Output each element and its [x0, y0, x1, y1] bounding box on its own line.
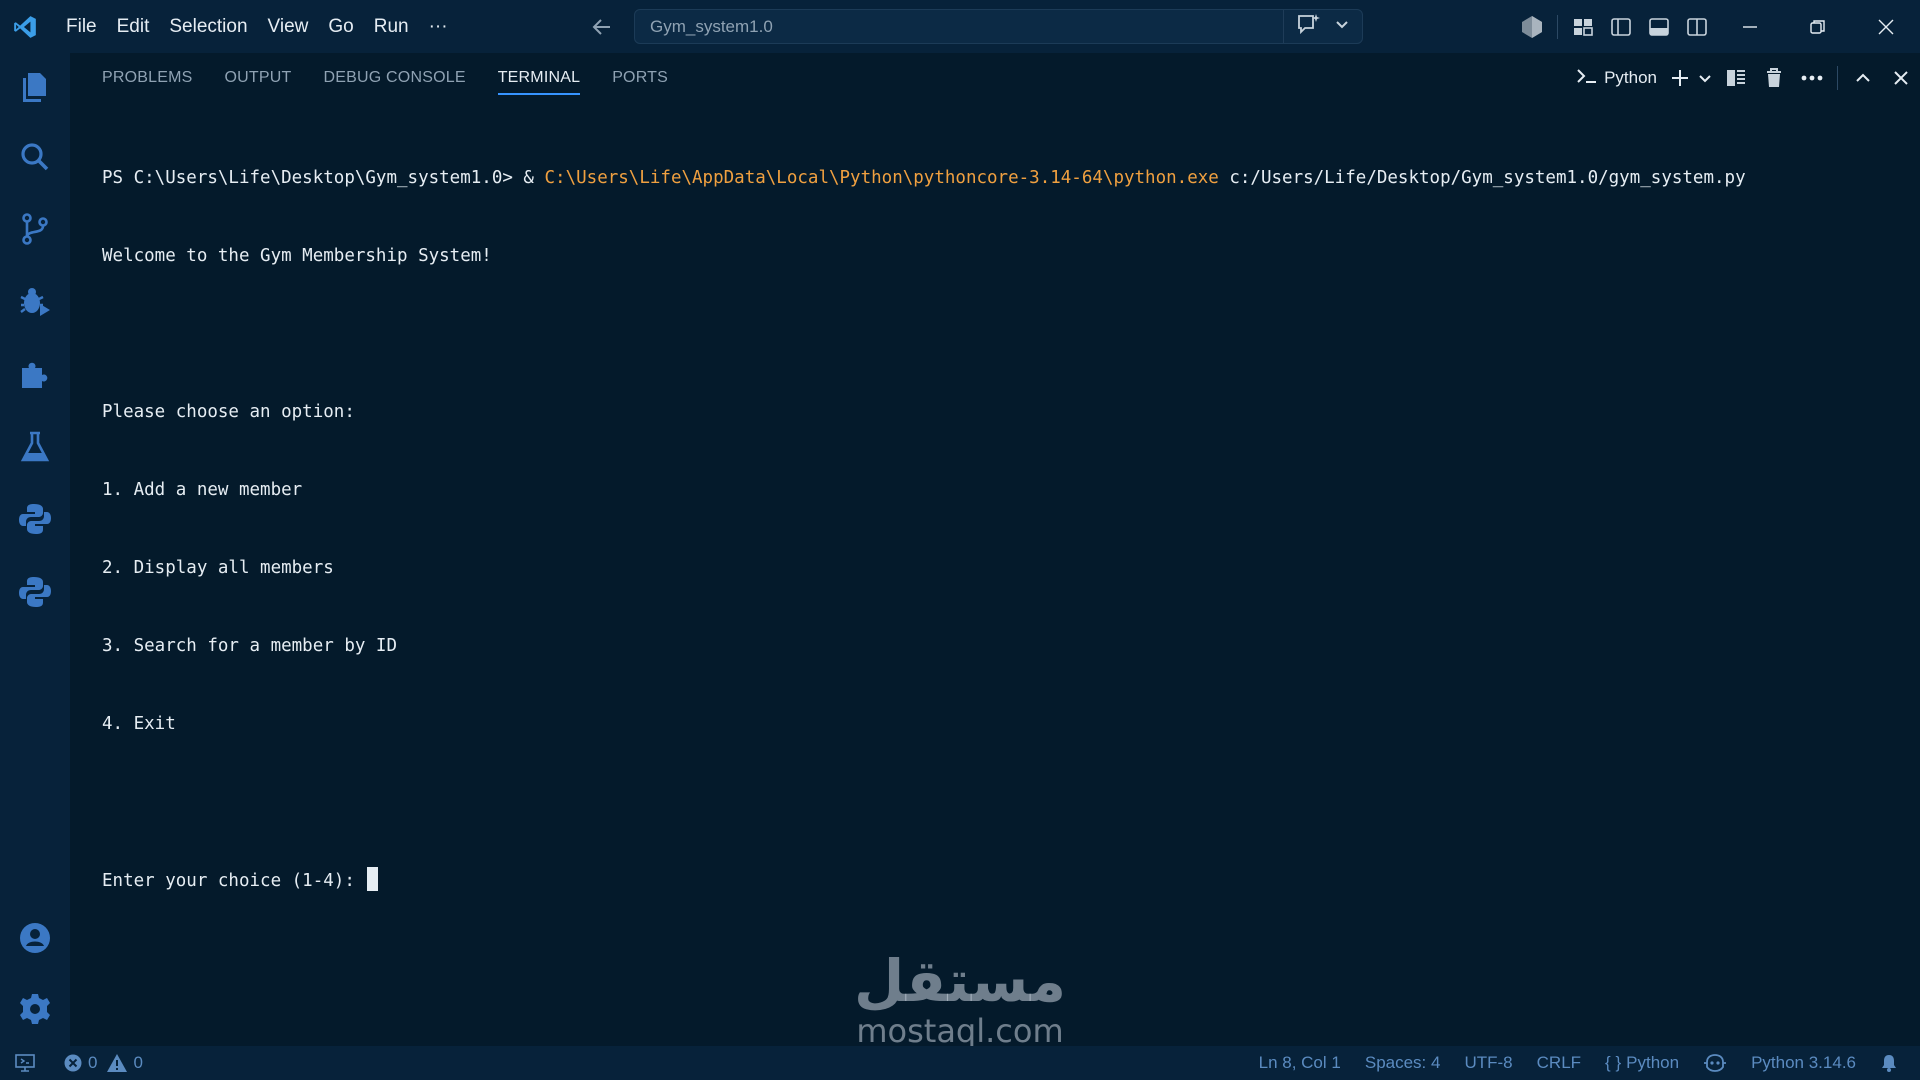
restore-icon[interactable] — [1784, 0, 1852, 53]
menu-view[interactable]: View — [258, 0, 319, 53]
terminal-line: 4. Exit — [102, 714, 176, 734]
toggle-primary-sidebar-icon[interactable] — [1602, 0, 1640, 53]
menu-go[interactable]: Go — [318, 0, 363, 53]
more-actions-ellipsis-icon[interactable] — [1793, 53, 1831, 103]
close-window-icon[interactable] — [1852, 0, 1920, 53]
settings-gear-icon[interactable] — [0, 979, 70, 1039]
search-right-controls — [1283, 10, 1362, 43]
terminal-input-line[interactable]: Enter your choice (1-4): — [102, 867, 1902, 893]
title-separator — [1557, 14, 1558, 39]
problems-indicator[interactable]: 0 0 — [45, 1046, 152, 1080]
search-text: Gym_system1.0 — [650, 16, 773, 36]
terminal-prompt: PS C:\Users\Life\Desktop\Gym_system1.0> … — [102, 168, 545, 188]
tab-terminal[interactable]: TERMINAL — [497, 53, 581, 103]
back-arrow-icon[interactable] — [588, 13, 616, 41]
maximize-panel-chevron-up-icon[interactable] — [1844, 53, 1882, 103]
watermark: مستقل mostaql.com — [840, 948, 1080, 1048]
menu-file[interactable]: File — [56, 0, 107, 53]
account-icon[interactable] — [0, 908, 70, 968]
warning-count: 0 — [133, 1053, 143, 1072]
split-terminal-icon[interactable] — [1717, 53, 1755, 103]
watermark-arabic: مستقل — [853, 947, 1067, 1015]
warning-icon — [107, 1054, 128, 1072]
chevron-down-icon[interactable] — [1334, 16, 1350, 37]
menu-run[interactable]: Run — [364, 0, 419, 53]
input-prompt: Enter your choice (1-4): — [102, 871, 366, 891]
notifications-bell-icon[interactable] — [1868, 1046, 1910, 1080]
encoding[interactable]: UTF-8 — [1452, 1046, 1524, 1080]
python-exe-path: C:\Users\Life\AppData\Local\Python\pytho… — [544, 168, 1219, 188]
error-count: 0 — [88, 1053, 98, 1072]
title-right-controls — [1513, 0, 1920, 53]
explorer-icon[interactable] — [0, 57, 70, 117]
title-bar: File Edit Selection View Go Run ··· Gym_… — [0, 0, 1920, 53]
language-mode[interactable]: { } Python — [1593, 1046, 1691, 1080]
terminal-name: Python — [1604, 68, 1657, 87]
terminal-line: 2. Display all members — [102, 558, 334, 578]
copilot-icon[interactable] — [1513, 0, 1551, 53]
indentation[interactable]: Spaces: 4 — [1353, 1046, 1453, 1080]
terminal-cursor — [367, 867, 379, 891]
menu-more[interactable]: ··· — [419, 0, 458, 53]
braces-icon: { } — [1605, 1053, 1622, 1072]
terminal-selector[interactable]: Python — [1576, 67, 1657, 90]
extensions-icon[interactable] — [0, 345, 70, 405]
language-name: Python — [1626, 1053, 1680, 1072]
terminal-line: 1. Add a new member — [102, 480, 303, 500]
tab-problems[interactable]: PROBLEMS — [102, 53, 193, 103]
menu-selection[interactable]: Selection — [159, 0, 257, 53]
script-path: c:/Users/Life/Desktop/Gym_system1.0/gym_… — [1218, 168, 1746, 188]
terminal-line: Welcome to the Gym Membership System! — [102, 246, 492, 266]
new-terminal-plus-icon[interactable] — [1667, 53, 1693, 103]
terminal-command-line: PS C:\Users\Life\Desktop\Gym_system1.0> … — [102, 165, 1902, 191]
terminal-prompt-icon — [1576, 67, 1598, 90]
remote-window-icon[interactable] — [0, 1046, 45, 1080]
minimize-icon[interactable] — [1716, 0, 1784, 53]
terminal-line: 3. Search for a member by ID — [102, 636, 398, 656]
vscode-logo-icon — [0, 0, 50, 53]
python-icon[interactable] — [0, 489, 70, 549]
run-debug-icon[interactable] — [0, 271, 70, 331]
kill-terminal-trash-icon[interactable] — [1755, 53, 1793, 103]
terminal-line: Please choose an option: — [102, 402, 355, 422]
chat-sparkle-icon[interactable] — [1296, 12, 1322, 41]
command-center-search[interactable]: Gym_system1.0 — [634, 9, 1363, 44]
python-environments-icon[interactable] — [0, 562, 70, 622]
close-panel-icon[interactable] — [1882, 53, 1920, 103]
menu-bar: File Edit Selection View Go Run ··· — [56, 0, 458, 53]
tab-output[interactable]: OUTPUT — [225, 53, 292, 103]
status-bar: 0 0 Ln 8, Col 1 Spaces: 4 UTF-8 CRLF { }… — [0, 1046, 1920, 1080]
panel-separator — [1837, 66, 1838, 90]
end-of-line[interactable]: CRLF — [1525, 1046, 1593, 1080]
panel: PROBLEMS OUTPUT DEBUG CONSOLE TERMINAL P… — [70, 53, 1920, 1048]
panel-actions: Python — [1576, 53, 1920, 103]
terminal-output[interactable]: PS C:\Users\Life\Desktop\Gym_system1.0> … — [102, 113, 1902, 945]
cursor-position[interactable]: Ln 8, Col 1 — [1247, 1046, 1353, 1080]
tab-ports[interactable]: PORTS — [612, 53, 668, 103]
terminal-dropdown-chevron-icon[interactable] — [1693, 53, 1717, 103]
menu-edit[interactable]: Edit — [107, 0, 160, 53]
toggle-panel-icon[interactable] — [1640, 0, 1678, 53]
tab-debug-console[interactable]: DEBUG CONSOLE — [324, 53, 466, 103]
source-control-icon[interactable] — [0, 199, 70, 259]
testing-flask-icon[interactable] — [0, 417, 70, 477]
copilot-status-icon[interactable] — [1691, 1046, 1739, 1080]
toggle-secondary-sidebar-icon[interactable] — [1678, 0, 1716, 53]
activity-bar — [0, 53, 70, 1046]
customize-layout-icon[interactable] — [1564, 0, 1602, 53]
search-icon[interactable] — [0, 127, 70, 187]
watermark-latin: mostaql.com — [856, 1012, 1064, 1050]
python-interpreter[interactable]: Python 3.14.6 — [1739, 1046, 1868, 1080]
error-icon — [64, 1054, 82, 1072]
